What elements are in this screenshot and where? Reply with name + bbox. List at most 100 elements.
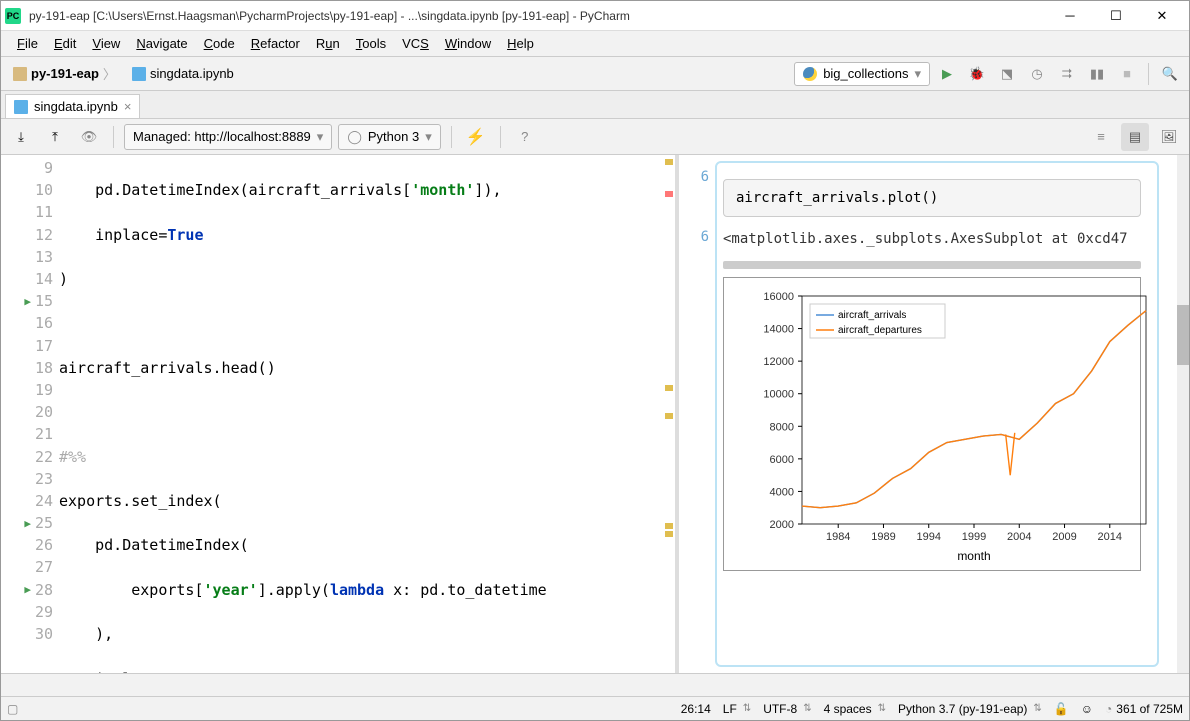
menu-run[interactable]: Run bbox=[308, 33, 348, 54]
menubar: File Edit View Navigate Code Refactor Ru… bbox=[1, 31, 1189, 57]
svg-text:1994: 1994 bbox=[916, 531, 940, 543]
stop-button[interactable]: ■ bbox=[1114, 61, 1140, 87]
attach-button[interactable]: ▮▮ bbox=[1084, 61, 1110, 87]
code-area[interactable]: pd.DatetimeIndex(aircraft_arrivals['mont… bbox=[59, 155, 661, 673]
nav-toolbar: py-191-eap 〉 singdata.ipynb big_collecti… bbox=[1, 57, 1189, 91]
run-cell-up-button[interactable]: ⤒ bbox=[41, 123, 69, 151]
view-code-only-button[interactable]: ≡ bbox=[1087, 123, 1115, 151]
coverage-button[interactable]: ⬔ bbox=[994, 61, 1020, 87]
scroll-thumb[interactable] bbox=[1177, 305, 1189, 365]
svg-text:10000: 10000 bbox=[763, 389, 794, 401]
chevron-down-icon: ▾ bbox=[317, 129, 324, 145]
chart-plot: 2000400060008000100001200014000160001984… bbox=[723, 277, 1141, 571]
python-icon bbox=[803, 67, 817, 81]
server-select[interactable]: Managed: http://localhost:8889 ▾ bbox=[124, 124, 332, 150]
trusted-icon[interactable]: ⚡ bbox=[462, 123, 490, 151]
output-code: aircraft_arrivals.plot() bbox=[723, 179, 1141, 217]
svg-text:month: month bbox=[957, 549, 990, 563]
chevron-down-icon: ▾ bbox=[914, 66, 921, 82]
run-cell-down-button[interactable]: ⤓ bbox=[7, 123, 35, 151]
output-vscroll[interactable] bbox=[1177, 155, 1189, 673]
run-config-select[interactable]: big_collections ▾ bbox=[794, 62, 930, 86]
tab-label: singdata.ipynb bbox=[34, 99, 118, 114]
chevron-right-icon: 〉 bbox=[103, 64, 116, 83]
svg-text:2004: 2004 bbox=[1007, 531, 1031, 543]
status-inspect-icon[interactable]: ☺ bbox=[1081, 702, 1093, 716]
svg-text:1999: 1999 bbox=[962, 531, 986, 543]
folder-icon bbox=[13, 67, 27, 81]
editor-tab-bar: singdata.ipynb × bbox=[1, 91, 1189, 119]
status-interpreter[interactable]: Python 3.7 (py-191-eap) bbox=[898, 702, 1042, 716]
profile-button[interactable]: ◷ bbox=[1024, 61, 1050, 87]
output-repr: <matplotlib.axes._subplots.AxesSubplot a… bbox=[717, 231, 1147, 257]
output-scrollbar[interactable] bbox=[723, 261, 1141, 269]
minimize-button[interactable]: ─ bbox=[1047, 1, 1093, 31]
close-button[interactable]: ✕ bbox=[1139, 1, 1185, 31]
svg-text:1989: 1989 bbox=[871, 531, 895, 543]
chevron-down-icon: ▾ bbox=[425, 129, 432, 145]
status-git-icon[interactable]: 🔓 bbox=[1054, 702, 1069, 716]
status-encoding[interactable]: UTF-8 bbox=[763, 702, 811, 716]
status-indent[interactable]: 4 spaces bbox=[824, 702, 886, 716]
svg-text:aircraft_arrivals: aircraft_arrivals bbox=[838, 310, 906, 321]
status-cursor[interactable]: 26:14 bbox=[681, 702, 711, 716]
run-button[interactable]: ▶ bbox=[934, 61, 960, 87]
error-stripe[interactable] bbox=[661, 155, 675, 673]
concurrency-button[interactable]: ⮆ bbox=[1054, 61, 1080, 87]
menu-refactor[interactable]: Refactor bbox=[243, 33, 308, 54]
jupyter-toolbar: ⤓ ⤒ 👁 Managed: http://localhost:8889 ▾ ◯… bbox=[1, 119, 1189, 155]
maximize-button[interactable]: ☐ bbox=[1093, 1, 1139, 31]
breadcrumb-project-label: py-191-eap bbox=[31, 66, 99, 81]
breadcrumb-project[interactable]: py-191-eap 〉 bbox=[7, 62, 122, 85]
svg-text:16000: 16000 bbox=[763, 291, 794, 303]
svg-text:4000: 4000 bbox=[770, 486, 794, 498]
menu-code[interactable]: Code bbox=[196, 33, 243, 54]
menu-window[interactable]: Window bbox=[437, 33, 499, 54]
main-split: 91011121314▶15161718192021222324▶252627▶… bbox=[1, 155, 1189, 673]
out-prompt-1: 6 bbox=[679, 169, 709, 229]
kernel-select[interactable]: ◯ Python 3 ▾ bbox=[338, 124, 440, 150]
kernel-label: Python 3 bbox=[368, 129, 419, 144]
tab-singdata[interactable]: singdata.ipynb × bbox=[5, 94, 140, 118]
kernel-status-icon: ◯ bbox=[347, 129, 362, 145]
svg-text:1984: 1984 bbox=[826, 531, 850, 543]
notebook-icon bbox=[14, 100, 28, 114]
svg-text:2014: 2014 bbox=[1098, 531, 1122, 543]
menu-file[interactable]: File bbox=[9, 33, 46, 54]
svg-text:12000: 12000 bbox=[763, 356, 794, 368]
bottom-tool-bar bbox=[1, 673, 1189, 696]
menu-view[interactable]: View bbox=[84, 33, 128, 54]
chart-svg: 2000400060008000100001200014000160001984… bbox=[754, 286, 1154, 566]
tab-close-icon[interactable]: × bbox=[124, 99, 132, 114]
view-split-button[interactable]: ▤ bbox=[1121, 123, 1149, 151]
menu-vcs[interactable]: VCS bbox=[394, 33, 437, 54]
status-tool-window-icon[interactable]: ▢ bbox=[7, 702, 18, 716]
debug-button[interactable]: 🐞 bbox=[964, 61, 990, 87]
out-prompt-2: 6 bbox=[679, 229, 709, 289]
status-eol[interactable]: LF bbox=[723, 702, 751, 716]
search-everywhere-button[interactable]: 🔍 bbox=[1157, 61, 1183, 87]
output-gutter: 6 6 bbox=[679, 155, 715, 673]
breadcrumb-file-label: singdata.ipynb bbox=[150, 66, 234, 81]
svg-text:8000: 8000 bbox=[770, 421, 794, 433]
svg-text:6000: 6000 bbox=[770, 454, 794, 466]
svg-text:2000: 2000 bbox=[770, 519, 794, 531]
pycharm-icon: PC bbox=[5, 8, 21, 24]
breadcrumb-file[interactable]: singdata.ipynb bbox=[126, 64, 240, 83]
help-button[interactable]: ? bbox=[511, 123, 539, 151]
status-memory[interactable]: ◔ 361 of 725M bbox=[1105, 702, 1183, 716]
status-bar: ▢ 26:14 LF UTF-8 4 spaces Python 3.7 (py… bbox=[1, 696, 1189, 720]
menu-navigate[interactable]: Navigate bbox=[128, 33, 195, 54]
menu-help[interactable]: Help bbox=[499, 33, 542, 54]
menu-tools[interactable]: Tools bbox=[348, 33, 394, 54]
preview-toggle-button[interactable]: 👁 bbox=[75, 123, 103, 151]
view-preview-button[interactable]: 🖼 bbox=[1155, 123, 1183, 151]
output-cell: aircraft_arrivals.plot() <matplotlib.axe… bbox=[715, 161, 1159, 667]
editor-pane: 91011121314▶15161718192021222324▶252627▶… bbox=[1, 155, 679, 673]
titlebar: PC py-191-eap [C:\Users\Ernst.Haagsman\P… bbox=[1, 1, 1189, 31]
svg-text:aircraft_departures: aircraft_departures bbox=[838, 325, 922, 336]
run-config-label: big_collections bbox=[823, 66, 908, 81]
window-title: py-191-eap [C:\Users\Ernst.Haagsman\Pych… bbox=[29, 9, 1047, 23]
menu-edit[interactable]: Edit bbox=[46, 33, 84, 54]
svg-text:2009: 2009 bbox=[1052, 531, 1076, 543]
